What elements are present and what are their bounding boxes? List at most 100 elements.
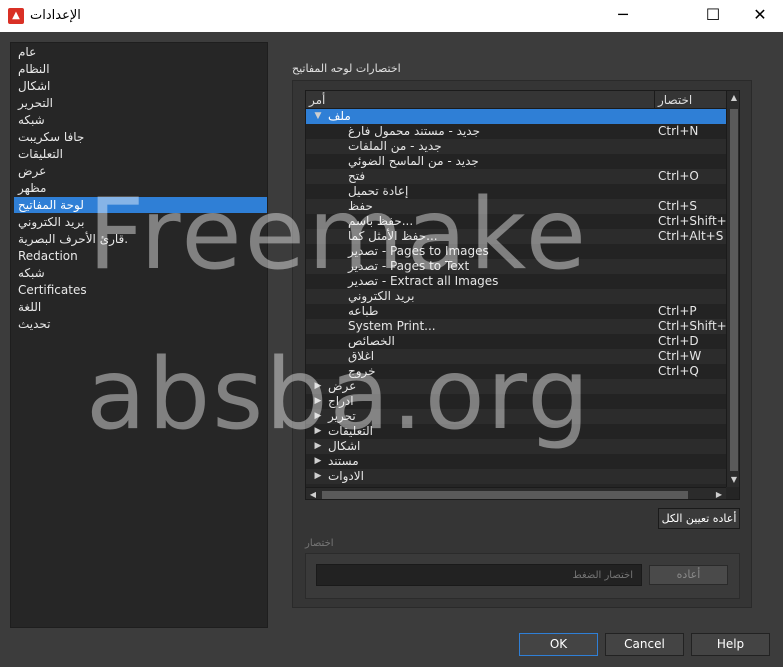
tree-command-row[interactable]: حفظ الأمثل كما... Ctrl+Alt+S — [306, 229, 726, 244]
command-label: ملف — [328, 109, 351, 123]
sidebar-item-shapes[interactable]: اشكال — [14, 78, 267, 94]
sidebar-item-network[interactable]: شبكه — [14, 112, 267, 128]
maximize-icon: ☐ — [705, 5, 721, 24]
tree-command-row[interactable]: جديد - من الماسح الضوئي — [306, 154, 726, 169]
expand-arrow-icon[interactable]: ▶ — [312, 424, 324, 439]
tree-command-row[interactable]: الخصائص Ctrl+D — [306, 334, 726, 349]
tree-category-row[interactable]: ▼ ملف — [306, 109, 726, 124]
tree-rows: ▼ ملف جديد - مستند محمول فارغ Ctrl+N جديد - … — [306, 109, 734, 484]
sidebar-item-editing[interactable]: التحرير — [14, 95, 267, 111]
command-label: فتح — [348, 169, 366, 183]
sidebar-item-redaction[interactable]: Redaction — [14, 248, 267, 264]
shortcut-label: Ctrl+Shift+S — [658, 214, 735, 228]
tree-command-row[interactable]: طباعه Ctrl+P — [306, 304, 726, 319]
settings-sidebar: عام النظام اشكال التحرير شبكه جافا سكريب… — [10, 42, 268, 628]
expand-arrow-icon[interactable]: ▶ — [312, 394, 324, 409]
tree-header: أمر اختصار — [306, 91, 726, 109]
tree-command-row[interactable]: تصدير - Pages to Text — [306, 259, 726, 274]
tree-command-row[interactable]: تصدير - Extract all Images — [306, 274, 726, 289]
sidebar-item-appearance[interactable]: مظهر — [14, 180, 267, 196]
sidebar-item-ocr[interactable]: قارئ الأحرف البصرية. — [14, 231, 267, 247]
shortcuts-tree[interactable]: أمر اختصار ▼ ملف جديد - مستند محمول فارغ Ct… — [305, 90, 740, 500]
sidebar-item-view[interactable]: عرض — [14, 163, 267, 179]
command-label: جديد - من الملفات — [348, 139, 442, 153]
tree-command-row[interactable]: جديد - من الملفات — [306, 139, 726, 154]
shortcut-input[interactable] — [316, 564, 642, 586]
tree-command-row[interactable]: حفظ Ctrl+S — [306, 199, 726, 214]
sidebar-item-language[interactable]: اللغة — [14, 299, 267, 315]
sidebar-item-general[interactable]: عام — [14, 44, 267, 60]
expand-arrow-icon[interactable]: ▶ — [312, 439, 324, 454]
command-label: تصدير - Pages to Text — [348, 259, 470, 273]
tree-category-row[interactable]: ▶ ادراج — [306, 394, 726, 409]
tree-category-row[interactable]: ▶ الادوات — [306, 469, 726, 484]
tree-command-row[interactable]: إعادة تحميل — [306, 184, 726, 199]
expand-arrow-icon[interactable]: ▶ — [312, 379, 324, 394]
tree-command-row[interactable]: حفظ باسم... Ctrl+Shift+S — [306, 214, 734, 229]
expand-arrow-icon[interactable]: ▶ — [312, 469, 324, 484]
tree-category-row[interactable]: ▶ اشكال — [306, 439, 726, 454]
command-label: الخصائص — [348, 334, 395, 348]
help-button[interactable]: Help — [691, 633, 770, 656]
tree-command-row[interactable]: جديد - مستند محمول فارغ Ctrl+N — [306, 124, 726, 139]
sidebar-item-update[interactable]: تحديث — [14, 316, 267, 332]
command-label: تصدير - Pages to Images — [348, 244, 489, 258]
command-label: جديد - مستند محمول فارغ — [348, 124, 480, 138]
command-label: تصدير - Extract all Images — [348, 274, 499, 288]
vertical-scrollbar[interactable]: ▲ ▼ — [726, 91, 739, 487]
tree-command-row[interactable]: بريد الكتروني — [306, 289, 726, 304]
sidebar-item-javascript[interactable]: جافا سكريبت — [14, 129, 267, 145]
command-label: ادراج — [328, 394, 354, 408]
column-header-shortcut[interactable]: اختصار — [655, 91, 692, 109]
sidebar-item-keyboard[interactable]: لوحة المفاتيح — [14, 197, 267, 213]
scroll-left-icon[interactable]: ◀ — [306, 488, 320, 499]
shortcut-label: Ctrl+S — [658, 199, 698, 213]
command-label: الادوات — [328, 469, 364, 483]
sidebar-item-email[interactable]: بريد الكتروني — [14, 214, 267, 230]
sidebar-item-certificates[interactable]: Certificates — [14, 282, 267, 298]
minimize-button[interactable]: ─ — [600, 0, 646, 32]
scroll-right-icon[interactable]: ▶ — [712, 488, 726, 499]
reset-shortcut-button[interactable]: أعاده — [649, 565, 728, 585]
sidebar-item-network-2[interactable]: شبكه — [14, 265, 267, 281]
expand-arrow-icon[interactable]: ▶ — [312, 454, 324, 469]
tree-command-row[interactable]: System Print... Ctrl+Shift+P — [306, 319, 734, 334]
close-icon: ✕ — [753, 5, 767, 24]
command-label: تحرير — [328, 409, 356, 423]
tree-command-row[interactable]: تصدير - Pages to Images — [306, 244, 726, 259]
tree-category-row[interactable]: ▶ مستند — [306, 454, 726, 469]
scroll-down-icon[interactable]: ▼ — [727, 473, 739, 487]
collapse-arrow-icon[interactable]: ▼ — [312, 109, 324, 124]
tree-command-row[interactable]: اغلاق Ctrl+W — [306, 349, 726, 364]
shortcut-group-label: اختصار — [305, 538, 334, 549]
command-label: جديد - من الماسح الضوئي — [348, 154, 479, 168]
tree-command-row[interactable]: فتح Ctrl+O — [306, 169, 726, 184]
app-logo-icon: ▲ — [8, 8, 24, 24]
close-button[interactable]: ✕ — [737, 0, 783, 32]
tree-category-row[interactable]: ▶ التعليقات — [306, 424, 726, 439]
horizontal-scroll-thumb[interactable] — [322, 491, 688, 499]
ok-button[interactable]: OK — [519, 633, 598, 656]
sidebar-item-comments[interactable]: التعليقات — [14, 146, 267, 162]
expand-arrow-icon[interactable]: ▶ — [312, 409, 324, 424]
tree-category-row[interactable]: ▶ عرض — [306, 379, 726, 394]
command-label: اغلاق — [348, 349, 375, 363]
command-label: التعليقات — [328, 424, 374, 438]
tree-category-row[interactable]: ▶ تحرير — [306, 409, 726, 424]
command-label: عرض — [328, 379, 357, 393]
maximize-button[interactable]: ☐ — [690, 0, 736, 32]
command-label: مستند — [328, 454, 359, 468]
sidebar-item-system[interactable]: النظام — [14, 61, 267, 77]
cancel-button[interactable]: Cancel — [605, 633, 684, 656]
command-label: اشكال — [328, 439, 361, 453]
scroll-up-icon[interactable]: ▲ — [727, 91, 739, 105]
reset-all-button[interactable]: أعاده تعيين الكل — [658, 508, 740, 529]
shortcut-label: Ctrl+Alt+S — [658, 229, 724, 243]
command-label: إعادة تحميل — [348, 184, 409, 198]
command-label: System Print... — [348, 319, 436, 333]
shortcut-label: Ctrl+Shift+P — [658, 319, 734, 333]
vertical-scroll-thumb[interactable] — [730, 109, 738, 471]
column-header-command[interactable]: أمر — [306, 91, 325, 109]
horizontal-scrollbar[interactable]: ◀ ▶ — [306, 487, 726, 499]
tree-command-row[interactable]: خروج Ctrl+Q — [306, 364, 726, 379]
